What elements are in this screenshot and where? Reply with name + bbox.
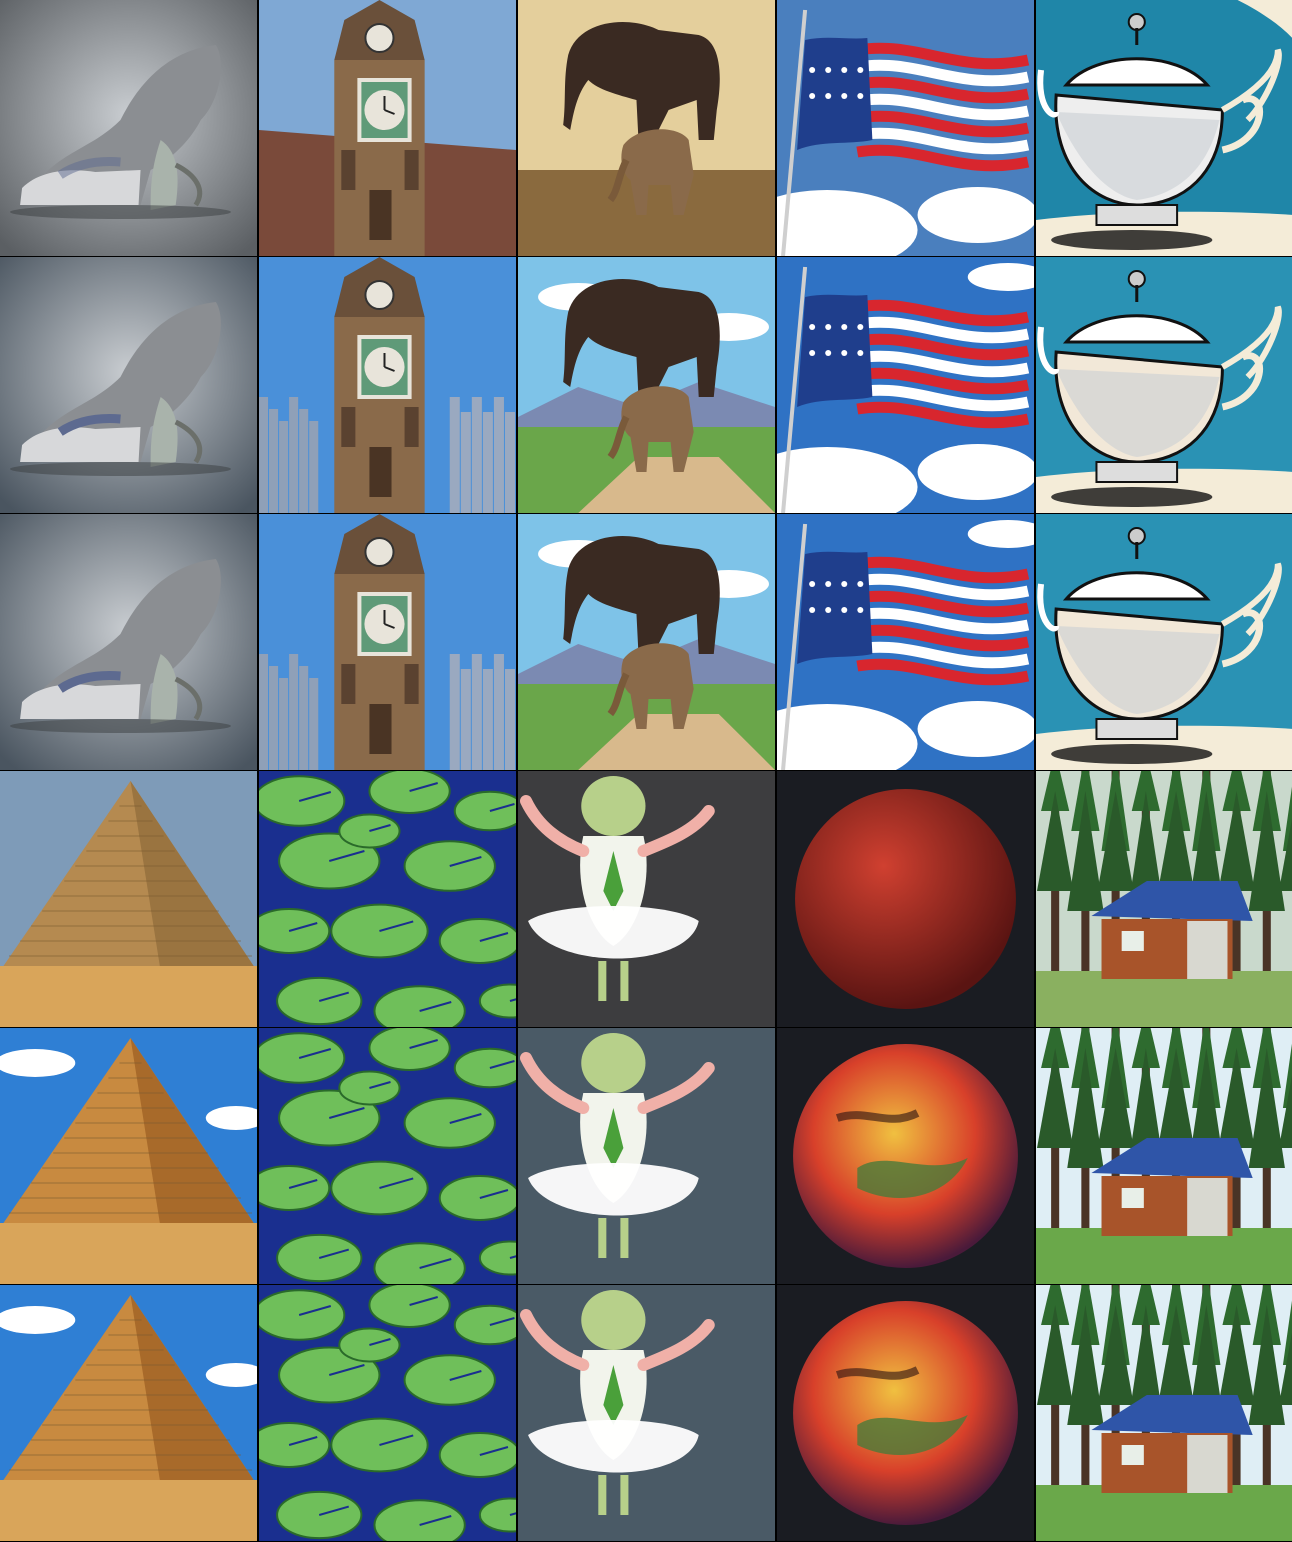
image-shoe-styled-b [0,514,257,770]
image-red-planet-original [777,771,1034,1027]
pyramid-picture [0,1028,257,1284]
image-red-planet-styled-a [777,1028,1034,1284]
image-shoe-styled-a [0,257,257,513]
image-flag-styled-b [777,514,1034,770]
red-planet-picture [777,1028,1034,1284]
image-flag-styled-a [777,257,1034,513]
elephant-on-elephant-picture [518,514,775,770]
elephant-on-elephant-picture [518,0,775,256]
image-pyramid-styled-b [0,1285,257,1541]
onion-ballerina-picture [518,1028,775,1284]
pyramid-picture [0,771,257,1027]
image-teapot-original [1036,0,1292,256]
image-onion-ballerina-original [518,771,775,1027]
cabin-in-forest-picture [1036,771,1292,1027]
image-elephant-on-elephant-original [518,0,775,256]
image-grid [0,0,1292,1542]
image-clock-tower-styled-b [259,514,516,770]
cabin-in-forest-picture [1036,1285,1292,1541]
pyramid-picture [0,1285,257,1541]
lily-pads-picture [259,1028,516,1284]
image-cabin-in-forest-original [1036,771,1292,1027]
image-pyramid-original [0,771,257,1027]
elephant-on-elephant-picture [518,257,775,513]
image-cabin-in-forest-styled-b [1036,1285,1292,1541]
image-clock-tower-original [259,0,516,256]
clock-tower-picture [259,257,516,513]
flag-picture [777,257,1034,513]
flag-picture [777,0,1034,256]
teapot-picture [1036,257,1292,513]
onion-ballerina-picture [518,1285,775,1541]
teapot-picture [1036,514,1292,770]
image-pyramid-styled-a [0,1028,257,1284]
cabin-in-forest-picture [1036,1028,1292,1284]
image-teapot-styled-a [1036,257,1292,513]
red-planet-picture [777,1285,1034,1541]
image-red-planet-styled-b [777,1285,1034,1541]
clock-tower-picture [259,0,516,256]
image-clock-tower-styled-a [259,257,516,513]
image-shoe-original [0,0,257,256]
flag-picture [777,514,1034,770]
image-lily-pads-original [259,771,516,1027]
shoe-picture [0,514,257,770]
lily-pads-picture [259,1285,516,1541]
clock-tower-picture [259,514,516,770]
image-lily-pads-styled-b [259,1285,516,1541]
red-planet-picture [777,771,1034,1027]
image-elephant-on-elephant-styled-b [518,514,775,770]
lily-pads-picture [259,771,516,1027]
teapot-picture [1036,0,1292,256]
image-lily-pads-styled-a [259,1028,516,1284]
onion-ballerina-picture [518,771,775,1027]
shoe-picture [0,0,257,256]
image-elephant-on-elephant-styled-a [518,257,775,513]
image-teapot-styled-b [1036,514,1292,770]
image-flag-original [777,0,1034,256]
image-cabin-in-forest-styled-a [1036,1028,1292,1284]
image-onion-ballerina-styled-b [518,1285,775,1541]
shoe-picture [0,257,257,513]
image-onion-ballerina-styled-a [518,1028,775,1284]
